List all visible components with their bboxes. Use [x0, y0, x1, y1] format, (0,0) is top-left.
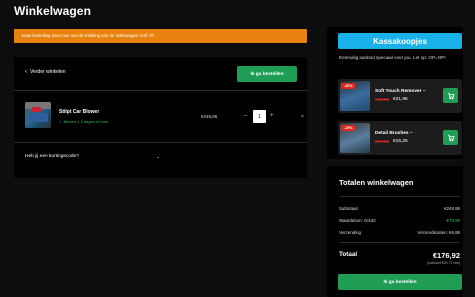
kassakoopjes-panel: Kassakoopjes Eenmalig aanbod speciaal vo…: [327, 27, 463, 159]
checkout-button-bottom[interactable]: Ik ga bestellen: [338, 274, 462, 290]
total-row: Totaal €176,92: [339, 251, 460, 260]
cart-page: Winkelwagen Jouw bestelling doet mee met…: [0, 0, 475, 297]
cart-panel: ‹ Verder winkelen Ik ga bestellen Stilpt…: [14, 57, 307, 178]
divider: [339, 196, 460, 197]
add-to-cart-button[interactable]: [443, 88, 458, 103]
cart-totals-panel: Totalen winkelwagen Subtotaal €249,95 Wa…: [327, 166, 463, 297]
row-label: Subtotaal: [339, 206, 358, 211]
new-price: €15,25: [393, 139, 408, 144]
cart-icon: [447, 92, 455, 99]
shipping-row: Verzending Verzendkosten: €6,95: [339, 230, 460, 235]
total-value: €176,92: [432, 251, 460, 260]
product-image[interactable]: [25, 102, 51, 128]
vat-note: (inclusief €30,71 btw): [426, 261, 460, 265]
cart-icon: [447, 134, 455, 141]
upsell-item[interactable]: -15% Detail Brushes – €17,95 €15,25: [338, 121, 462, 155]
old-price: €39,95: [375, 97, 390, 102]
coupon-toggle[interactable]: Heb jij een kortingscode?: [25, 154, 79, 159]
totals-title: Totalen winkelwagen: [339, 178, 414, 187]
voucher-row: Waardebon: rick32 -€79,99: [339, 218, 460, 223]
quantity-increase-button[interactable]: +: [270, 113, 274, 119]
remove-item-button[interactable]: ×: [301, 114, 304, 120]
quantity-decrease-button[interactable]: –: [244, 113, 247, 119]
divider: [339, 242, 460, 243]
row-value: -€79,99: [445, 218, 460, 223]
row-value: Verzendkosten: €6,95: [417, 230, 460, 235]
subtotal-row: Subtotaal €249,95: [339, 206, 460, 211]
page-title: Winkelwagen: [14, 4, 92, 18]
product-price: €249,95: [201, 114, 218, 119]
kassakoopjes-header: Kassakoopjes: [338, 33, 462, 49]
offer-text: Eenmalig aanbod speciaal voor jou. Let o…: [339, 55, 446, 60]
new-price: €31,96: [393, 97, 408, 102]
product-name[interactable]: Stilpt Car Blower: [59, 109, 99, 115]
checkout-button-top[interactable]: Ik ga bestellen: [237, 66, 297, 82]
continue-shopping-link[interactable]: ‹ Verder winkelen: [25, 69, 66, 75]
upsell-item[interactable]: -20% Soft Touch Remover – €39,95 €31,96: [338, 79, 462, 113]
row-value: €249,95: [444, 206, 460, 211]
continue-shopping-label: Verder winkelen: [30, 69, 66, 75]
promo-notice: Jouw bestelling doet mee met de trekking…: [14, 29, 307, 43]
quantity-input[interactable]: 1: [253, 110, 266, 123]
shipping-status: ✓ Binnen 1-2 dagen in huis: [59, 119, 108, 124]
chevron-down-icon[interactable]: ⌄: [156, 154, 160, 160]
add-to-cart-button[interactable]: [443, 130, 458, 145]
row-label: Waardebon: rick32: [339, 218, 376, 223]
discount-badge: -15%: [341, 125, 356, 131]
upsell-name[interactable]: Soft Touch Remover –: [375, 89, 426, 94]
chevron-left-icon: ‹: [25, 69, 27, 75]
discount-badge: -20%: [341, 83, 356, 89]
old-price: €17,95: [375, 139, 390, 144]
divider: [14, 142, 307, 143]
total-label: Totaal: [339, 251, 358, 258]
upsell-name[interactable]: Detail Brushes –: [375, 131, 413, 136]
row-label: Verzending: [339, 230, 361, 235]
divider: [14, 90, 307, 91]
